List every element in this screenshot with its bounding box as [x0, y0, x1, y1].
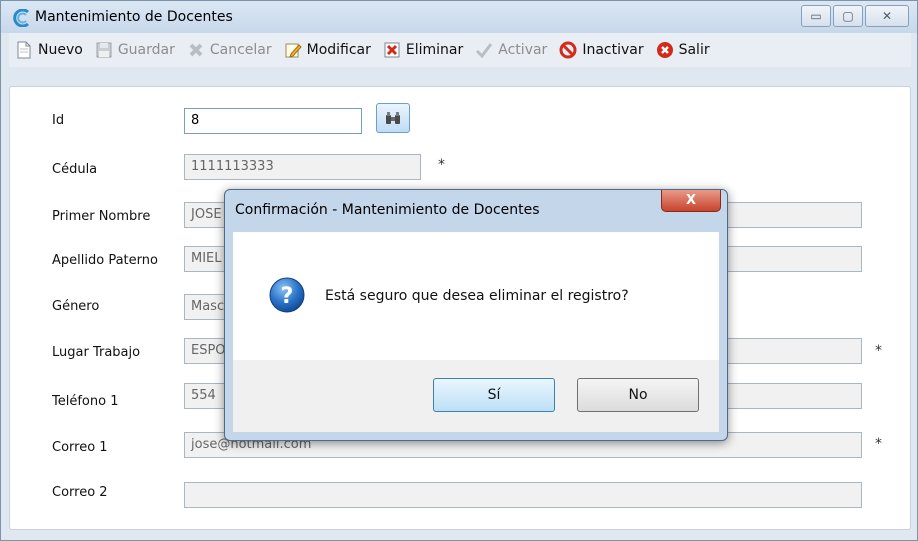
yes-button[interactable]: Sí	[433, 378, 555, 412]
cancel-icon	[189, 43, 203, 57]
cancelar-button[interactable]: Cancelar	[181, 35, 278, 65]
activar-button[interactable]: Activar	[469, 35, 553, 65]
titlebar: Mantenimiento de Docentes ▭ ▢ ✕	[1, 1, 917, 33]
dialog-close-icon: X	[685, 193, 697, 208]
correo1-required-marker: *	[875, 436, 882, 452]
main-window: Mantenimiento de Docentes ▭ ▢ ✕ Nuevo Gu…	[0, 0, 918, 541]
nuevo-button[interactable]: Nuevo	[9, 35, 89, 65]
modificar-button[interactable]: Modificar	[278, 35, 377, 65]
cedula-input[interactable]: 1111113333	[184, 154, 421, 180]
inactivar-label: Inactivar	[582, 42, 644, 58]
binoculars-icon	[386, 112, 400, 124]
telefono1-label: Teléfono 1	[52, 394, 119, 409]
close-icon: ✕	[881, 9, 893, 23]
confirmation-dialog: Confirmación - Mantenimiento de Docentes…	[224, 189, 728, 441]
salir-button[interactable]: Salir	[650, 35, 716, 65]
activar-label: Activar	[498, 42, 548, 58]
close-button[interactable]: ✕	[865, 5, 909, 27]
genero-label: Género	[52, 299, 100, 314]
modificar-label: Modificar	[306, 42, 371, 58]
guardar-button[interactable]: Guardar	[89, 35, 181, 65]
window-title: Mantenimiento de Docentes	[35, 9, 233, 25]
cancelar-label: Cancelar	[209, 42, 272, 58]
cedula-label: Cédula	[52, 162, 98, 177]
new-document-icon	[17, 41, 31, 59]
cedula-required-marker: *	[438, 157, 445, 173]
yes-button-label: Sí	[487, 387, 501, 403]
no-button-label: No	[628, 387, 648, 403]
id-label: Id	[52, 113, 65, 128]
checkmark-icon	[476, 43, 493, 59]
lugar-trabajo-required-marker: *	[875, 343, 882, 359]
salir-label: Salir	[678, 42, 710, 58]
exit-icon	[656, 42, 673, 58]
dialog-title: Confirmación - Mantenimiento de Docentes	[235, 202, 540, 218]
minimize-icon: ▭	[810, 9, 822, 23]
inactivar-button[interactable]: Inactivar	[553, 35, 649, 65]
edit-icon	[285, 43, 302, 58]
apellido-paterno-label: Apellido Paterno	[52, 253, 158, 268]
maximize-icon: ▢	[842, 9, 854, 23]
prohibited-icon	[559, 41, 577, 59]
dialog-close-button[interactable]: X	[661, 190, 721, 212]
dialog-message: Está seguro que desea eliminar el regist…	[325, 288, 629, 304]
dialog-message-area: ? Está seguro que desea eliminar el regi…	[233, 232, 719, 360]
toolbar: Nuevo Guardar Cancelar Modificar Elimina…	[9, 33, 911, 67]
save-icon	[96, 42, 112, 58]
question-icon: ?	[269, 277, 305, 313]
delete-icon	[384, 42, 400, 58]
guardar-label: Guardar	[117, 42, 175, 58]
correo2-label: Correo 2	[52, 485, 108, 500]
eliminar-button[interactable]: Eliminar	[377, 35, 469, 65]
no-button[interactable]: No	[577, 378, 699, 412]
dialog-body: ? Está seguro que desea eliminar el regi…	[233, 232, 719, 432]
nuevo-label: Nuevo	[38, 42, 83, 58]
maximize-button[interactable]: ▢	[833, 5, 863, 27]
lugar-trabajo-label: Lugar Trabajo	[52, 345, 141, 360]
correo1-label: Correo 1	[52, 440, 108, 455]
search-button[interactable]	[376, 103, 410, 133]
window-controls: ▭ ▢ ✕	[801, 5, 909, 27]
app-icon	[13, 9, 29, 27]
svg-text:?: ?	[281, 284, 294, 309]
minimize-button[interactable]: ▭	[801, 5, 831, 27]
correo2-input[interactable]	[184, 482, 862, 508]
eliminar-label: Eliminar	[405, 42, 464, 58]
id-input[interactable]: 8	[184, 108, 362, 134]
primer-nombre-label: Primer Nombre	[52, 209, 151, 224]
